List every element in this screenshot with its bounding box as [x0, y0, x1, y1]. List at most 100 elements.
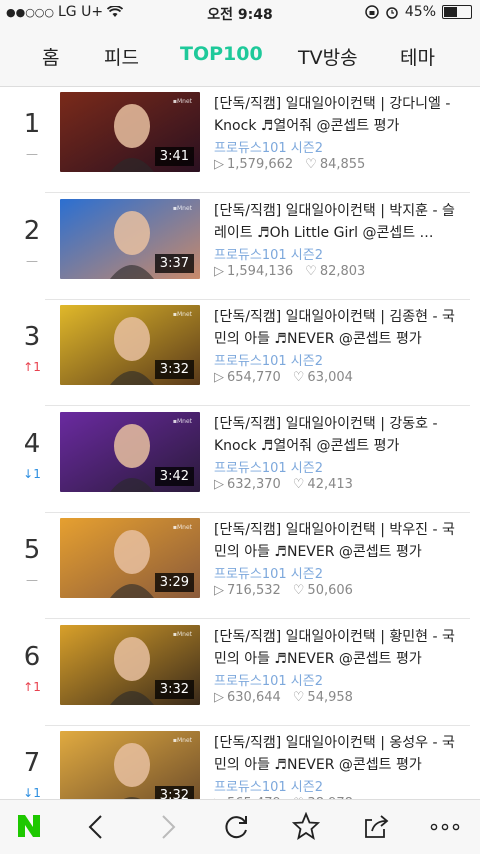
list-item[interactable]: 3 ↑1 ▪Mnet 3:32 [단독/직캠] 일대일아이컨택 | 김종현 - …: [0, 300, 480, 406]
play-count: ▷ 716,532: [214, 583, 281, 598]
video-duration: 3:32: [154, 360, 194, 379]
like-count: ♡ 54,958: [293, 690, 353, 705]
heart-icon: ♡: [305, 263, 317, 279]
list-item[interactable]: 5 — ▪Mnet 3:29 [단독/직캠] 일대일아이컨택 | 박우진 - 국…: [0, 513, 480, 619]
video-duration: 3:32: [154, 786, 194, 800]
rank-change: ↑1: [23, 360, 41, 374]
like-count-value: 82,803: [319, 263, 366, 279]
forward-icon[interactable]: [158, 814, 178, 840]
play-icon: ▷: [214, 263, 224, 279]
video-stats: ▷ 716,532 ♡ 50,606: [214, 583, 353, 598]
heart-icon: ♡: [292, 370, 305, 385]
status-bar: ●●○○○ LG U+ 오전 9:48 45%: [0, 0, 480, 26]
play-icon: ▷: [214, 157, 224, 172]
list-item[interactable]: 1 — ▪Mnet 3:41 [단독/직캠] 일대일아이컨택 | 강다니엘 - …: [0, 87, 480, 193]
play-count-value: 630,644: [227, 689, 281, 705]
broadcast-logo: ▪Mnet: [172, 204, 192, 212]
like-count-value: 50,606: [307, 583, 353, 598]
play-count: ▷ 1,594,136: [214, 264, 293, 279]
rank-number: 2: [23, 215, 41, 246]
video-title[interactable]: [단독/직캠] 일대일아이컨택 | 박지훈 - 슬레이트 ♬Oh Little …: [214, 200, 464, 244]
video-duration: 3:32: [154, 679, 194, 699]
channel-name[interactable]: 프로듀스101 시즌2: [214, 244, 323, 263]
video-thumbnail[interactable]: ▪Mnet 3:41: [60, 92, 200, 172]
rank-change: ↑1: [23, 679, 41, 694]
like-count: ♡ 82,803: [305, 264, 365, 279]
rank-number: 4: [23, 428, 41, 459]
heart-icon: ♡: [292, 476, 305, 492]
broadcast-logo: ▪Mnet: [172, 311, 192, 318]
list-item[interactable]: 7 ↓1 ▪Mnet 3:32 [단독/직캠] 일대일아이컨택 | 옹성우 - …: [0, 726, 480, 800]
alarm-icon: [386, 7, 398, 19]
heart-icon: ♡: [292, 583, 305, 598]
video-duration: 3:37: [154, 253, 194, 273]
list-item[interactable]: 6 ↑1 ▪Mnet 3:32 [단독/직캠] 일대일아이컨택 | 황민현 - …: [0, 620, 480, 726]
rank-number: 3: [23, 322, 41, 352]
back-icon[interactable]: [86, 814, 106, 840]
list-item[interactable]: 4 ↓1 ▪Mnet 3:42 [단독/직캠] 일대일아이컨택 | 강동호 - …: [0, 407, 480, 513]
video-thumbnail[interactable]: ▪Mnet 3:32: [60, 624, 200, 705]
tab-top100[interactable]: TOP100: [180, 43, 263, 65]
channel-name[interactable]: 프로듀스101 시즌2: [214, 776, 323, 795]
video-title[interactable]: [단독/직캠] 일대일아이컨택 | 김종현 - 국민의 아들 ♬NEVER @콘…: [214, 306, 464, 350]
video-stats: ▷ 630,644 ♡ 54,958: [214, 690, 353, 705]
channel-name[interactable]: 프로듀스101 시즌2: [214, 137, 323, 156]
rank-change: ↓1: [23, 466, 41, 481]
video-title[interactable]: [단독/직캠] 일대일아이컨택 | 옹성우 - 국민의 아들 ♬NEVER @콘…: [214, 732, 464, 776]
video-duration: 3:42: [154, 466, 194, 486]
video-title[interactable]: [단독/직캠] 일대일아이컨택 | 강다니엘 - Knock ♬열어줘 @콘셉트…: [214, 93, 464, 137]
play-count: ▷ 632,370: [214, 477, 281, 492]
video-thumbnail[interactable]: ▪Mnet 3:32: [60, 731, 200, 800]
video-stats: ▷ 632,370 ♡ 42,413: [214, 477, 353, 492]
video-list: 1 — ▪Mnet 3:41 [단독/직캠] 일대일아이컨택 | 강다니엘 - …: [0, 87, 480, 800]
video-title[interactable]: [단독/직캠] 일대일아이컨택 | 강동호 - Knock ♬열어줘 @콘셉트 …: [214, 413, 464, 457]
tab-home[interactable]: 홈: [42, 43, 59, 70]
like-count-value: 63,004: [307, 370, 353, 385]
play-icon: ▷: [214, 689, 224, 705]
play-count-value: 654,770: [227, 370, 281, 385]
broadcast-logo: ▪Mnet: [172, 417, 192, 425]
play-count: ▷ 630,644: [214, 690, 281, 705]
like-count: ♡ 50,606: [293, 583, 353, 598]
rank-number: 1: [23, 109, 41, 139]
video-duration: 3:29: [154, 573, 194, 592]
battery-percent: 45%: [404, 4, 436, 20]
video-thumbnail[interactable]: ▪Mnet 3:37: [60, 198, 200, 279]
bookmark-star-icon[interactable]: [292, 812, 320, 840]
tab-tv[interactable]: TV방송: [298, 43, 358, 70]
channel-name[interactable]: 프로듀스101 시즌2: [214, 670, 323, 689]
video-thumbnail[interactable]: ▪Mnet 3:42: [60, 411, 200, 492]
play-count: ▷ 1,579,662: [214, 157, 293, 172]
play-count-value: 1,594,136: [227, 263, 294, 279]
channel-name[interactable]: 프로듀스101 시즌2: [214, 457, 323, 476]
heart-icon: ♡: [292, 689, 305, 705]
video-thumbnail[interactable]: ▪Mnet 3:32: [60, 305, 200, 385]
list-item[interactable]: 2 — ▪Mnet 3:37 [단독/직캠] 일대일아이컨택 | 박지훈 - 슬…: [0, 194, 480, 300]
video-title[interactable]: [단독/직캠] 일대일아이컨택 | 황민현 - 국민의 아들 ♬NEVER @콘…: [214, 626, 464, 670]
naver-n-icon[interactable]: [16, 813, 42, 839]
video-thumbnail[interactable]: ▪Mnet 3:29: [60, 518, 200, 598]
heart-icon: ♡: [305, 157, 317, 172]
video-duration: 3:41: [154, 147, 194, 166]
channel-name[interactable]: 프로듀스101 시즌2: [214, 350, 323, 369]
tab-theme[interactable]: 테마: [400, 43, 435, 70]
rank-number: 7: [23, 748, 41, 778]
share-icon[interactable]: [362, 812, 390, 840]
play-count: ▷ 654,770: [214, 370, 281, 385]
refresh-icon[interactable]: [222, 813, 250, 841]
like-count: ♡ 63,004: [293, 370, 353, 385]
battery-icon: [442, 5, 472, 19]
rank-number: 6: [23, 641, 41, 672]
rank-number: 5: [23, 535, 41, 565]
rank-change: —: [26, 147, 38, 161]
play-count-value: 632,370: [227, 476, 281, 492]
tab-feed[interactable]: 피드: [104, 43, 139, 70]
video-title[interactable]: [단독/직캠] 일대일아이컨택 | 박우진 - 국민의 아들 ♬NEVER @콘…: [214, 519, 464, 563]
like-count: ♡ 42,413: [293, 477, 353, 492]
rank-change: —: [26, 253, 38, 268]
top-nav: 홈 피드 TOP100 TV방송 테마: [0, 26, 480, 87]
more-icon[interactable]: [430, 822, 460, 832]
video-stats: ▷ 1,579,662 ♡ 84,855: [214, 157, 365, 172]
play-count-value: 1,579,662: [227, 157, 294, 172]
channel-name[interactable]: 프로듀스101 시즌2: [214, 563, 323, 582]
